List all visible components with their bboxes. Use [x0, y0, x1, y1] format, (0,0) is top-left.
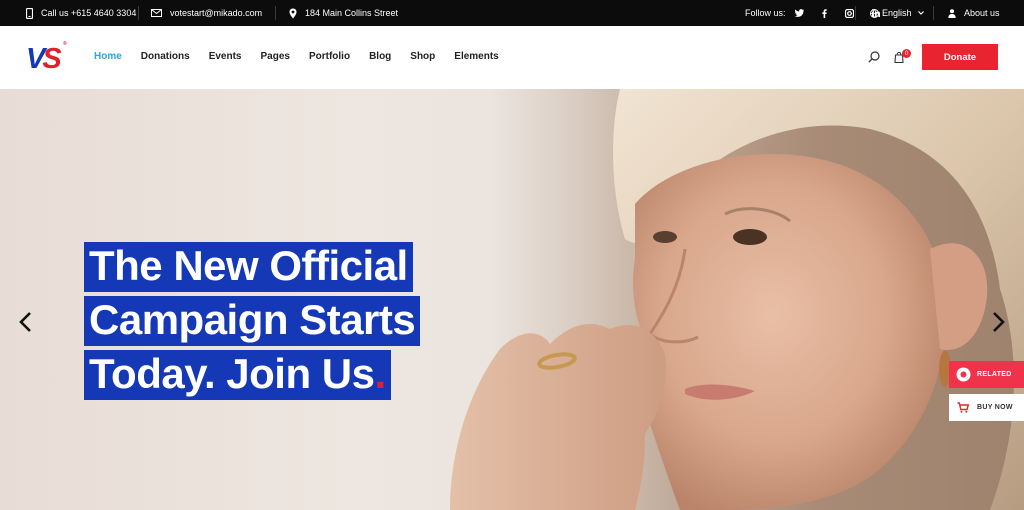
- nav-item-shop[interactable]: Shop: [410, 51, 435, 62]
- headline-dot: .: [374, 350, 386, 397]
- location-pin-icon: [289, 8, 297, 18]
- next-slide-button[interactable]: [990, 311, 1006, 336]
- about-label: About us: [964, 8, 1000, 18]
- divider: [275, 6, 276, 20]
- cart-count-badge: 0: [902, 49, 911, 58]
- globe-icon: [870, 8, 879, 18]
- top-bar: Call us +615 4640 3304 votestart@mikado.…: [0, 0, 1024, 26]
- address-contact[interactable]: 184 Main Collins Street: [289, 0, 398, 26]
- mail-icon: [151, 9, 162, 17]
- nav-item-elements[interactable]: Elements: [454, 51, 498, 62]
- nav-item-blog[interactable]: Blog: [369, 51, 391, 62]
- buy-now-button[interactable]: BUY NOW: [949, 394, 1024, 421]
- related-label: RELATED: [977, 371, 1012, 378]
- search-icon[interactable]: [868, 51, 880, 63]
- donate-button[interactable]: Donate: [922, 44, 998, 70]
- related-icon: [956, 367, 971, 382]
- email-contact[interactable]: votestart@mikado.com: [151, 0, 262, 26]
- nav-item-portfolio[interactable]: Portfolio: [309, 51, 350, 62]
- email-text: votestart@mikado.com: [170, 8, 263, 18]
- prev-slide-button[interactable]: [18, 311, 34, 336]
- chevron-left-icon: [19, 312, 31, 332]
- related-button[interactable]: RELATED: [949, 361, 1024, 388]
- divider: [855, 6, 856, 20]
- instagram-icon[interactable]: [844, 8, 854, 18]
- twitter-icon[interactable]: [794, 9, 804, 17]
- cart-icon: [957, 402, 969, 413]
- phone-icon: [26, 7, 33, 19]
- main-nav: Home Donations Events Pages Portfolio Blog Sho…: [94, 51, 518, 62]
- nav-item-pages[interactable]: Pages: [260, 51, 289, 62]
- headline-line-1: The New Official: [84, 242, 413, 292]
- headline-line-3-text: Today. Join Us: [89, 350, 375, 397]
- divider: [138, 6, 139, 20]
- hero-portrait-image: [450, 89, 1024, 510]
- headline-line-2: Campaign Starts: [84, 296, 421, 346]
- phone-contact[interactable]: Call us +615 4640 3304: [26, 0, 136, 26]
- site-logo[interactable]: VS ®: [26, 42, 67, 74]
- chevron-down-icon: [917, 11, 924, 15]
- headline-line-3: Today. Join Us.: [84, 350, 391, 400]
- user-icon: [948, 8, 956, 18]
- nav-item-events[interactable]: Events: [209, 51, 242, 62]
- follow-label: Follow us:: [745, 8, 786, 18]
- chevron-right-icon: [993, 312, 1005, 332]
- about-link[interactable]: About us: [948, 0, 1000, 26]
- social-links: Follow us:: [745, 0, 888, 26]
- nav-item-donations[interactable]: Donations: [141, 51, 190, 62]
- address-text: 184 Main Collins Street: [305, 8, 399, 18]
- phone-text: Call us +615 4640 3304: [41, 8, 137, 18]
- language-label: English: [882, 8, 912, 18]
- nav-item-home[interactable]: Home: [94, 51, 122, 62]
- facebook-icon[interactable]: [821, 8, 827, 18]
- language-selector[interactable]: English: [870, 0, 924, 26]
- divider: [933, 6, 934, 20]
- buy-now-label: BUY NOW: [977, 404, 1013, 411]
